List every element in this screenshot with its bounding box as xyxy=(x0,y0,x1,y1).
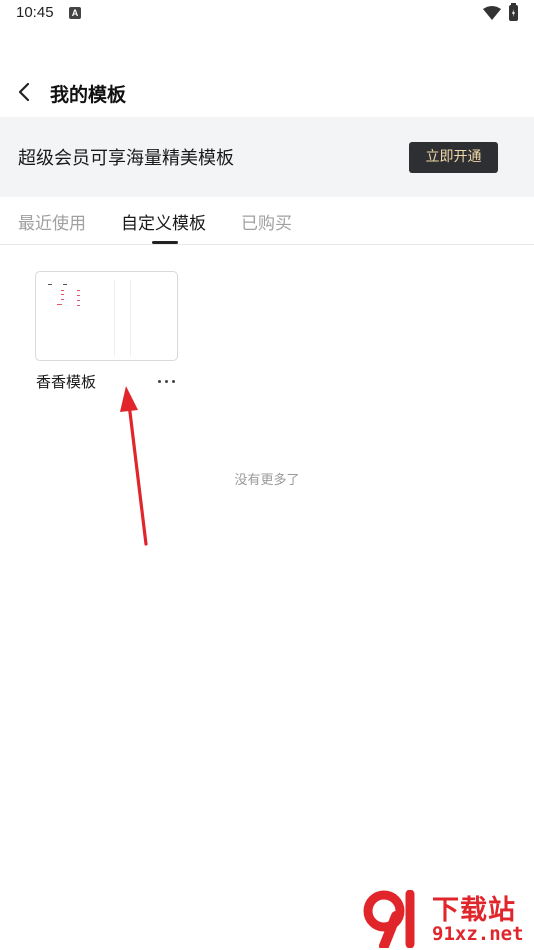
watermark-title: 下载站 xyxy=(432,895,516,926)
watermark-logo-icon xyxy=(363,890,415,948)
annotation-arrow xyxy=(120,386,148,546)
watermark-url: 91xz.net xyxy=(432,923,524,945)
watermark: 下载站 91xz.net xyxy=(362,888,534,950)
